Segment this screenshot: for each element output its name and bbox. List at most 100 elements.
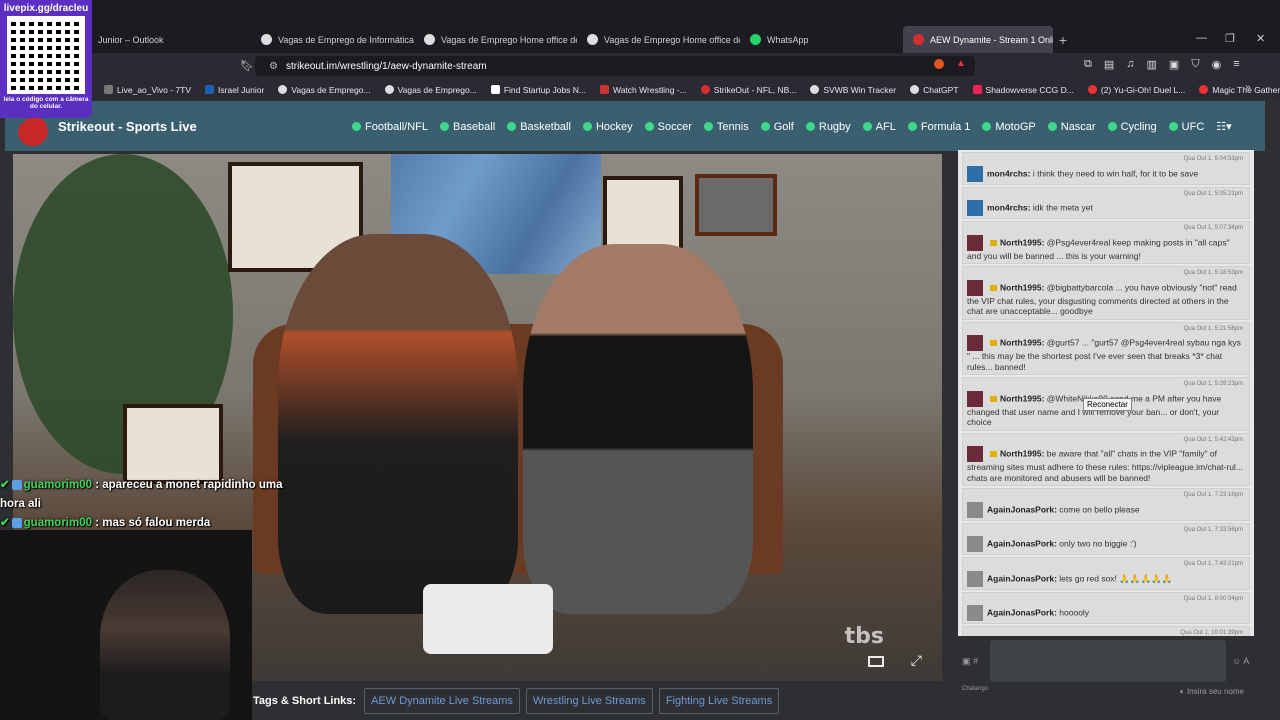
maximize-icon[interactable]: ❐ [1225, 32, 1235, 45]
chat-username[interactable]: AgainJonasPork: [987, 538, 1057, 548]
more-menu-icon[interactable]: ☷▾ [1216, 120, 1231, 133]
nav-football[interactable]: Football/NFL [352, 120, 428, 133]
chat-avatar[interactable] [967, 335, 983, 351]
bookmark-item[interactable]: Live_ao_Vivo - 7TV [104, 85, 205, 95]
nav-hockey[interactable]: Hockey [582, 120, 633, 133]
mod-check-icon: ✔ [0, 517, 10, 529]
chat-avatar[interactable] [967, 605, 983, 621]
sub-badge-icon [11, 517, 22, 528]
chat-panel[interactable]: Qua Out 1, 5:04:53pm mon4rchs: i think th… [958, 150, 1254, 636]
chat-avatar[interactable] [967, 536, 983, 552]
chat-settings-icon[interactable]: ▣ # [962, 656, 978, 667]
chat-username[interactable]: AgainJonasPork: [987, 504, 1057, 514]
chat-username[interactable]: AgainJonasPork: [987, 607, 1057, 617]
bookmarks-overflow-icon[interactable]: » [1245, 82, 1251, 93]
chatango-label[interactable]: Chatango [962, 686, 988, 692]
reconnect-tooltip[interactable]: Reconectar [1083, 398, 1132, 411]
close-window-icon[interactable]: ✕ [1256, 32, 1265, 45]
chat-username[interactable]: mon4rchs: [987, 202, 1030, 212]
bookmark-item[interactable]: Watch Wrestling -... [600, 85, 701, 95]
chat-input[interactable] [990, 640, 1226, 682]
nav-cycling[interactable]: Cycling [1107, 120, 1157, 133]
menu-icon[interactable]: ≡ [1233, 58, 1239, 71]
bookmark-star-icon[interactable]: 🔖︎ [240, 59, 254, 72]
chat-avatar[interactable] [967, 390, 983, 407]
nav-golf[interactable]: Golf [760, 120, 794, 133]
qr-code-icon [7, 16, 85, 94]
tab-vagas-2[interactable]: Vagas de Emprego Home office de In [414, 26, 577, 53]
music-icon[interactable]: ♫ [1126, 58, 1134, 71]
bookmark-item[interactable]: SVWB Win Tracker [810, 85, 910, 95]
address-bar[interactable]: ⚙ strikeout.im/wrestling/1/aew-dynamite-… [255, 56, 975, 76]
extensions-icon[interactable]: ⧉ [1084, 58, 1092, 71]
chat-username[interactable]: North1995: [1000, 393, 1044, 403]
chat-avatar[interactable] [967, 279, 983, 296]
wallet-icon[interactable]: ▣ [1169, 58, 1179, 71]
category-icon [760, 122, 770, 131]
nav-label: Nascar [1060, 120, 1096, 133]
nav-afl[interactable]: AFL [862, 120, 896, 133]
emoji-icon[interactable]: ☺ A [1232, 656, 1249, 666]
sidebar-icon[interactable]: ▥ [1147, 58, 1157, 71]
bookmark-item[interactable]: Shadowverse CCG D... [972, 85, 1088, 95]
bookmark-item[interactable]: Israel Junior [205, 85, 278, 95]
tag-link-wrestling[interactable]: Wrestling Live Streams [525, 688, 653, 714]
bookmark-item[interactable]: Vagas de Emprego... [278, 85, 384, 95]
bookmark-item[interactable]: Magic The Gatherin... [1199, 85, 1280, 95]
nav-nascar[interactable]: Nascar [1047, 120, 1096, 133]
tab-vagas-1[interactable]: Vagas de Emprego de Informática, T [251, 26, 414, 53]
bookmark-label: (2) Yu-Gi-Oh! Duel L... [1100, 84, 1186, 95]
bookmark-item[interactable]: Vagas de Emprego... [384, 85, 491, 95]
nav-motogp[interactable]: MotoGP [982, 120, 1036, 133]
bookmark-item[interactable]: Find Startup Jobs N... [490, 85, 600, 95]
chat-timestamp: Qua Out 1, 5:42:42pm [1183, 436, 1243, 443]
nav-label: Tennis [716, 120, 749, 133]
chat-avatar[interactable] [967, 234, 983, 251]
bookmark-item[interactable]: StrikeOut - NFL, NB... [700, 85, 811, 95]
tab-label: AEW Dynamite - Stream 1 Onlin [930, 34, 1053, 45]
tab-whatsapp[interactable]: WhatsApp [740, 26, 903, 53]
nav-rugby[interactable]: Rugby [805, 120, 851, 133]
site-title[interactable]: Strikeout - Sports Live [58, 119, 197, 134]
new-tab-button[interactable]: + [1053, 32, 1073, 48]
nav-formula1[interactable]: Formula 1 [907, 120, 970, 133]
brave-shield-icon[interactable] [934, 59, 944, 69]
chat-username[interactable]: mon4rchs: [987, 168, 1030, 178]
youtube-icon [1087, 85, 1097, 94]
chat-avatar[interactable] [967, 446, 983, 462]
bookmark-item[interactable]: (2) Yu-Gi-Oh! Duel L... [1087, 84, 1199, 95]
tag-link-fighting[interactable]: Fighting Live Streams [658, 688, 780, 714]
nav-ufc[interactable]: UFC [1168, 120, 1204, 133]
chat-username[interactable]: AgainJonasPork: [987, 573, 1057, 583]
reader-icon[interactable]: ▤ [1104, 58, 1114, 71]
vpn-icon[interactable]: ◉ [1212, 58, 1222, 71]
nickname-prompt[interactable]: 🔈︎ Insira seu nome [1180, 687, 1244, 697]
chat-avatar[interactable] [967, 570, 983, 587]
chat-username[interactable]: North1995: [1000, 337, 1044, 347]
nav-basketball[interactable]: Basketball [507, 120, 571, 133]
rewards-icon[interactable]: ▲ [956, 58, 966, 69]
shield-icon[interactable]: ⛉ [1191, 58, 1199, 71]
nav-label: Cycling [1120, 120, 1157, 133]
tab-label: Junior – Outlook [98, 34, 164, 45]
tab-outlook[interactable]: Junior – Outlook [88, 26, 251, 53]
globe-icon [278, 85, 288, 94]
chat-avatar[interactable] [967, 501, 983, 518]
tags-label: Tags & Short Links: [253, 695, 357, 707]
chat-username[interactable]: North1995: [1000, 448, 1044, 458]
nav-soccer[interactable]: Soccer [644, 120, 692, 133]
tab-aew-dynamite[interactable]: AEW Dynamite - Stream 1 Onlin✕ [903, 26, 1053, 53]
chat-avatar[interactable] [967, 165, 983, 182]
captions-icon[interactable] [868, 656, 884, 667]
chat-username[interactable]: North1995: [1000, 237, 1044, 247]
tag-link-aew[interactable]: AEW Dynamite Live Streams [364, 688, 520, 714]
site-info-icon[interactable]: ⚙ [269, 61, 278, 72]
nav-tennis[interactable]: Tennis [703, 120, 749, 133]
minimize-icon[interactable]: — [1196, 32, 1207, 44]
bookmark-item[interactable]: ChatGPT [910, 85, 972, 95]
tab-vagas-3[interactable]: Vagas de Emprego Home office de In [577, 26, 740, 53]
chat-avatar[interactable] [967, 200, 983, 216]
fullscreen-icon[interactable]: ⤢ [911, 652, 922, 669]
nav-baseball[interactable]: Baseball [439, 120, 495, 133]
chat-username[interactable]: North1995: [1000, 282, 1044, 292]
